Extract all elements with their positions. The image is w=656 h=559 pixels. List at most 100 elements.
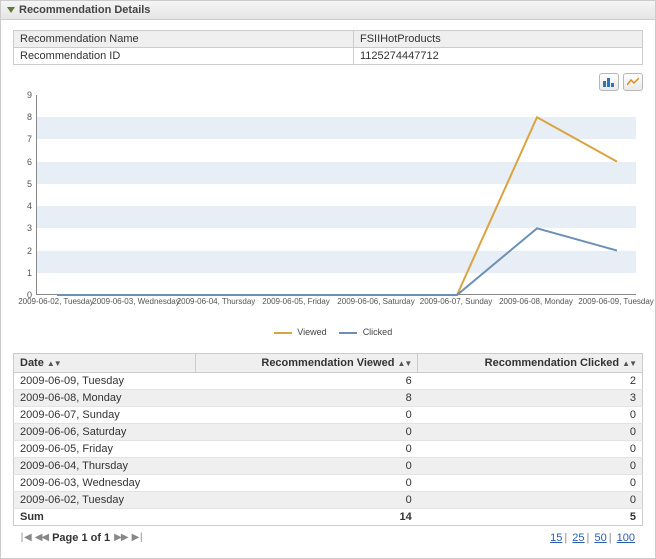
pager-first-icon[interactable]: |◀ <box>19 532 31 544</box>
panel-title: Recommendation Details <box>19 4 150 16</box>
cell-viewed: 0 <box>195 424 418 441</box>
line-chart-icon <box>627 77 639 87</box>
cell-viewed: 0 <box>195 441 418 458</box>
x-tick: 2009-06-04, Thursday <box>177 297 256 306</box>
sort-icon: ▲▼ <box>47 359 61 368</box>
col-viewed[interactable]: Recommendation Viewed▲▼ <box>195 354 418 373</box>
x-tick: 2009-06-05, Friday <box>262 297 330 306</box>
legend-swatch-viewed <box>274 332 292 334</box>
x-tick: 2009-06-09, Tuesday <box>578 297 654 306</box>
cell-date: 2009-06-04, Thursday <box>14 458 196 475</box>
y-tick: 4 <box>27 201 32 211</box>
col-clicked[interactable]: Recommendation Clicked▲▼ <box>418 354 643 373</box>
bar-chart-button[interactable] <box>599 73 619 91</box>
meta-table: Recommendation Name FSIIHotProducts Reco… <box>13 30 643 65</box>
table-row: 2009-06-05, Friday00 <box>14 441 643 458</box>
chart-y-axis: 0123456789 <box>20 95 34 295</box>
chart-plot <box>36 95 636 295</box>
sum-label: Sum <box>14 509 196 526</box>
page-size-25[interactable]: 25 <box>572 532 584 544</box>
bar-chart-icon <box>603 77 615 87</box>
series-clicked <box>57 228 617 295</box>
y-tick: 7 <box>27 134 32 144</box>
x-tick: 2009-06-07, Sunday <box>420 297 493 306</box>
panel-header: Recommendation Details <box>1 1 655 20</box>
chart-legend: Viewed Clicked <box>13 325 643 347</box>
x-tick: 2009-06-06, Saturday <box>337 297 414 306</box>
page-size-15[interactable]: 15 <box>550 532 562 544</box>
chart-toolbar <box>13 71 643 95</box>
pager-next-icon[interactable]: ▶▶ <box>114 532 127 544</box>
cell-viewed: 6 <box>195 373 418 390</box>
sort-icon: ▲▼ <box>397 359 411 368</box>
cell-clicked: 0 <box>418 475 643 492</box>
table-row: 2009-06-06, Saturday00 <box>14 424 643 441</box>
pager-last-icon[interactable]: ▶| <box>132 532 144 544</box>
y-tick: 2 <box>27 246 32 256</box>
cell-clicked: 0 <box>418 441 643 458</box>
cell-date: 2009-06-09, Tuesday <box>14 373 196 390</box>
y-tick: 8 <box>27 112 32 122</box>
col-clicked-label: Recommendation Clicked <box>485 357 619 369</box>
meta-name-label: Recommendation Name <box>14 31 354 48</box>
cell-date: 2009-06-06, Saturday <box>14 424 196 441</box>
series-viewed <box>57 117 617 295</box>
legend-label-clicked: Clicked <box>363 327 393 337</box>
y-tick: 1 <box>27 268 32 278</box>
cell-clicked: 0 <box>418 424 643 441</box>
chart: 0123456789 2009-06-02, Tuesday2009-06-03… <box>20 95 636 325</box>
table-row: 2009-06-04, Thursday00 <box>14 458 643 475</box>
y-tick: 3 <box>27 223 32 233</box>
x-tick: 2009-06-02, Tuesday <box>18 297 94 306</box>
cell-date: 2009-06-07, Sunday <box>14 407 196 424</box>
page-size-100[interactable]: 100 <box>617 532 635 544</box>
chart-x-axis: 2009-06-02, Tuesday2009-06-03, Wednesday… <box>36 297 636 311</box>
cell-viewed: 0 <box>195 492 418 509</box>
col-date[interactable]: Date▲▼ <box>14 354 196 373</box>
pager-prev-icon[interactable]: ◀◀ <box>35 532 48 544</box>
data-table: Date▲▼ Recommendation Viewed▲▼ Recommend… <box>13 353 643 526</box>
table-row: 2009-06-09, Tuesday62 <box>14 373 643 390</box>
cell-clicked: 0 <box>418 458 643 475</box>
table-row: 2009-06-08, Monday83 <box>14 390 643 407</box>
cell-viewed: 0 <box>195 458 418 475</box>
sum-clicked: 5 <box>418 509 643 526</box>
table-footer: |◀ ◀◀ Page 1 of 1 ▶▶ ▶| 15| 25| 50| 100 <box>13 526 643 552</box>
cell-clicked: 3 <box>418 390 643 407</box>
line-chart-button[interactable] <box>623 73 643 91</box>
col-viewed-label: Recommendation Viewed <box>261 357 394 369</box>
cell-date: 2009-06-08, Monday <box>14 390 196 407</box>
cell-clicked: 0 <box>418 407 643 424</box>
collapse-icon[interactable] <box>7 7 15 13</box>
sort-icon: ▲▼ <box>622 359 636 368</box>
legend-label-viewed: Viewed <box>297 327 326 337</box>
cell-viewed: 0 <box>195 407 418 424</box>
cell-clicked: 2 <box>418 373 643 390</box>
meta-id-value: 1125274447712 <box>354 48 643 65</box>
x-tick: 2009-06-03, Wednesday <box>92 297 179 306</box>
col-date-label: Date <box>20 357 44 369</box>
x-tick: 2009-06-08, Monday <box>499 297 573 306</box>
table-sum-row: Sum145 <box>14 509 643 526</box>
meta-id-label: Recommendation ID <box>14 48 354 65</box>
recommendation-details-panel: Recommendation Details Recommendation Na… <box>0 0 656 559</box>
cell-date: 2009-06-02, Tuesday <box>14 492 196 509</box>
table-row: 2009-06-02, Tuesday00 <box>14 492 643 509</box>
legend-swatch-clicked <box>339 332 357 334</box>
cell-date: 2009-06-05, Friday <box>14 441 196 458</box>
y-tick: 5 <box>27 179 32 189</box>
page-size: 15| 25| 50| 100 <box>548 532 637 544</box>
y-tick: 9 <box>27 90 32 100</box>
cell-date: 2009-06-03, Wednesday <box>14 475 196 492</box>
cell-clicked: 0 <box>418 492 643 509</box>
page-size-50[interactable]: 50 <box>594 532 606 544</box>
cell-viewed: 0 <box>195 475 418 492</box>
cell-viewed: 8 <box>195 390 418 407</box>
sum-viewed: 14 <box>195 509 418 526</box>
pager-label: Page 1 of 1 <box>52 532 110 544</box>
table-row: 2009-06-03, Wednesday00 <box>14 475 643 492</box>
table-row: 2009-06-07, Sunday00 <box>14 407 643 424</box>
pager: |◀ ◀◀ Page 1 of 1 ▶▶ ▶| <box>19 532 143 544</box>
meta-name-value: FSIIHotProducts <box>354 31 643 48</box>
chart-lines <box>37 95 637 295</box>
